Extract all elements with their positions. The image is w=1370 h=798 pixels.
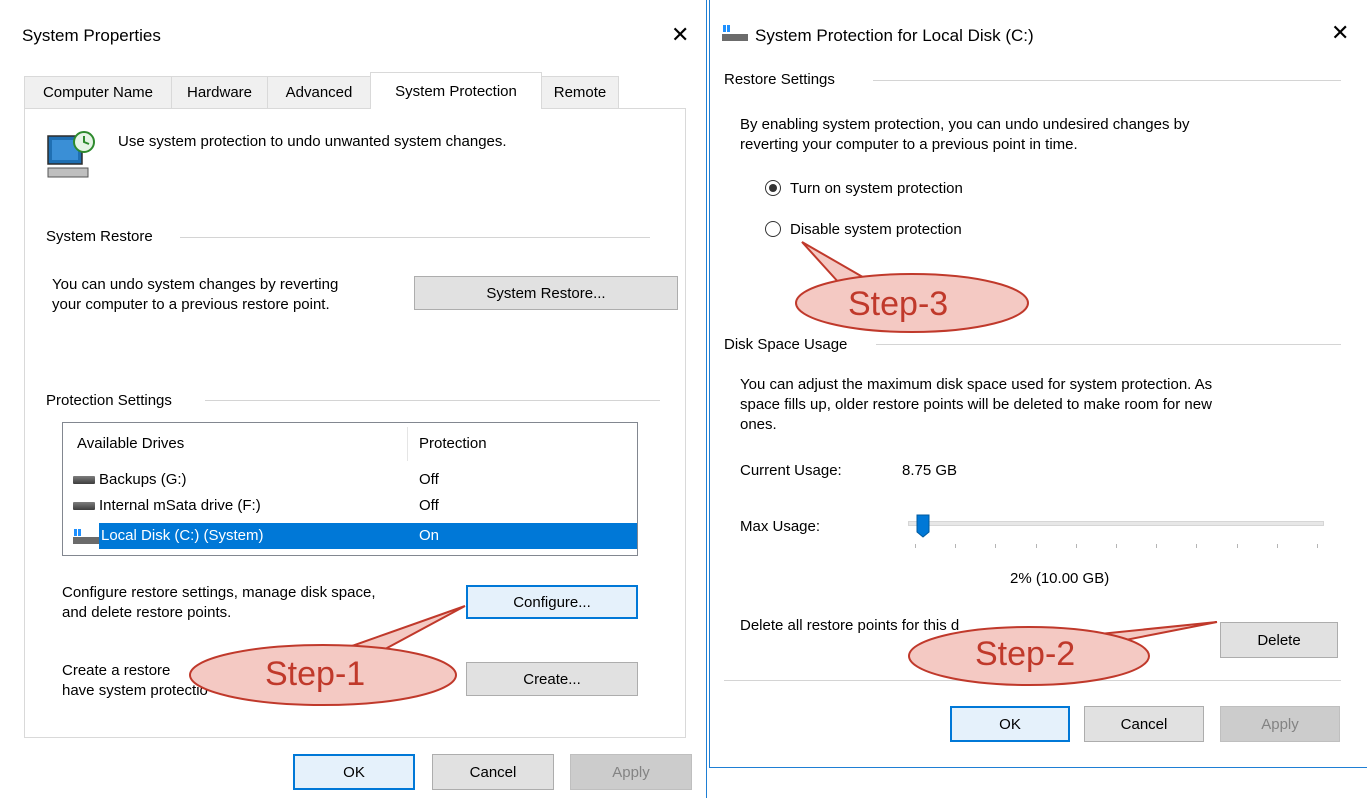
slider-tick	[1156, 544, 1158, 548]
configure-button[interactable]: Configure...	[466, 585, 638, 619]
disable-protection-radio[interactable]	[765, 221, 781, 237]
intro-text: Use system protection to undo unwanted s…	[118, 133, 507, 150]
slider-tick	[995, 544, 997, 548]
window-title: System Properties	[22, 26, 161, 45]
slider-ticks	[908, 544, 1324, 548]
slider-tick	[1236, 544, 1238, 548]
tab-advanced[interactable]: Advanced	[267, 76, 371, 108]
system-restore-group-label: System Restore	[46, 228, 153, 245]
slider-tick	[1075, 544, 1077, 548]
system-drive-icon	[722, 25, 748, 41]
slider-tick	[1035, 544, 1037, 548]
tab-remote[interactable]: Remote	[541, 76, 619, 108]
cancel-button[interactable]: Cancel	[432, 754, 554, 790]
column-header-protection[interactable]: Protection	[419, 435, 487, 452]
ok-button[interactable]: OK	[293, 754, 415, 790]
slider-thumb[interactable]	[916, 514, 930, 538]
column-header-drives[interactable]: Available Drives	[77, 435, 184, 452]
close-icon[interactable]: ✕	[671, 24, 689, 46]
ok-button[interactable]: OK	[950, 706, 1070, 742]
column-separator	[407, 427, 408, 461]
group-divider	[873, 80, 1341, 81]
turn-on-protection-radio[interactable]	[765, 180, 781, 196]
table-row[interactable]: Backups (G:) Off	[71, 469, 637, 491]
system-restore-text-2: your computer to a previous restore poin…	[52, 296, 330, 313]
system-restore-button[interactable]: System Restore...	[414, 276, 678, 310]
group-divider	[205, 400, 660, 401]
step-2-label: Step-2	[975, 635, 1076, 673]
slider-tick	[955, 544, 957, 548]
max-usage-label: Max Usage:	[740, 518, 821, 535]
slider-tick	[1317, 544, 1318, 548]
slider-tick	[1196, 544, 1198, 548]
restore-settings-text-2: reverting your computer to a previous po…	[740, 136, 1078, 153]
disk-space-text-1: You can adjust the maximum disk space us…	[740, 376, 1213, 393]
current-usage-label: Current Usage:	[740, 462, 842, 479]
turn-on-protection-label[interactable]: Turn on system protection	[790, 180, 963, 197]
current-usage-value: 8.75 GB	[902, 462, 958, 479]
delete-button[interactable]: Delete	[1220, 622, 1338, 658]
drive-icon	[73, 476, 95, 485]
tab-system-protection[interactable]: System Protection	[370, 72, 542, 109]
create-text-1: Create a restore	[62, 662, 171, 679]
system-restore-text-1: You can undo system changes by reverting	[52, 276, 339, 293]
window-title: System Protection for Local Disk (C:)	[755, 26, 1034, 45]
tab-hardware[interactable]: Hardware	[171, 76, 268, 108]
slider-thumb-shape	[916, 514, 930, 538]
cancel-button[interactable]: Cancel	[1084, 706, 1204, 742]
slider-tick	[915, 544, 916, 548]
restore-settings-group-label: Restore Settings	[724, 71, 835, 88]
slider-track	[908, 521, 1324, 526]
system-protection-icon	[47, 131, 95, 178]
restore-settings-text-1: By enabling system protection, you can u…	[740, 116, 1190, 133]
max-usage-text: 2% (10.00 GB)	[1010, 570, 1110, 587]
slider-tick	[1276, 544, 1278, 548]
group-divider	[876, 344, 1341, 345]
apply-button[interactable]: Apply	[1220, 706, 1340, 742]
drives-list[interactable]: Available Drives Protection Backups (G:)…	[62, 422, 638, 556]
group-divider	[180, 237, 650, 238]
step-3-label: Step-3	[848, 285, 949, 323]
protection-settings-group-label: Protection Settings	[46, 392, 172, 409]
apply-button[interactable]: Apply	[570, 754, 692, 790]
step-1-label: Step-1	[265, 655, 366, 693]
create-button[interactable]: Create...	[466, 662, 638, 696]
drive-icon	[73, 502, 95, 511]
disk-space-group-label: Disk Space Usage	[724, 336, 848, 353]
tab-computer-name[interactable]: Computer Name	[24, 76, 172, 108]
close-icon[interactable]: ✕	[1331, 22, 1349, 44]
max-usage-slider[interactable]	[908, 514, 1324, 554]
configure-text-1: Configure restore settings, manage disk …	[62, 584, 376, 601]
system-drive-icon	[73, 529, 99, 544]
table-row-selected[interactable]: Local Disk (C:) (System) On	[71, 523, 637, 549]
slider-tick	[1116, 544, 1117, 548]
table-row[interactable]: Internal mSata drive (F:) Off	[71, 495, 637, 517]
disk-space-text-2: space fills up, older restore points wil…	[740, 396, 1212, 413]
disk-space-text-3: ones.	[740, 416, 777, 433]
